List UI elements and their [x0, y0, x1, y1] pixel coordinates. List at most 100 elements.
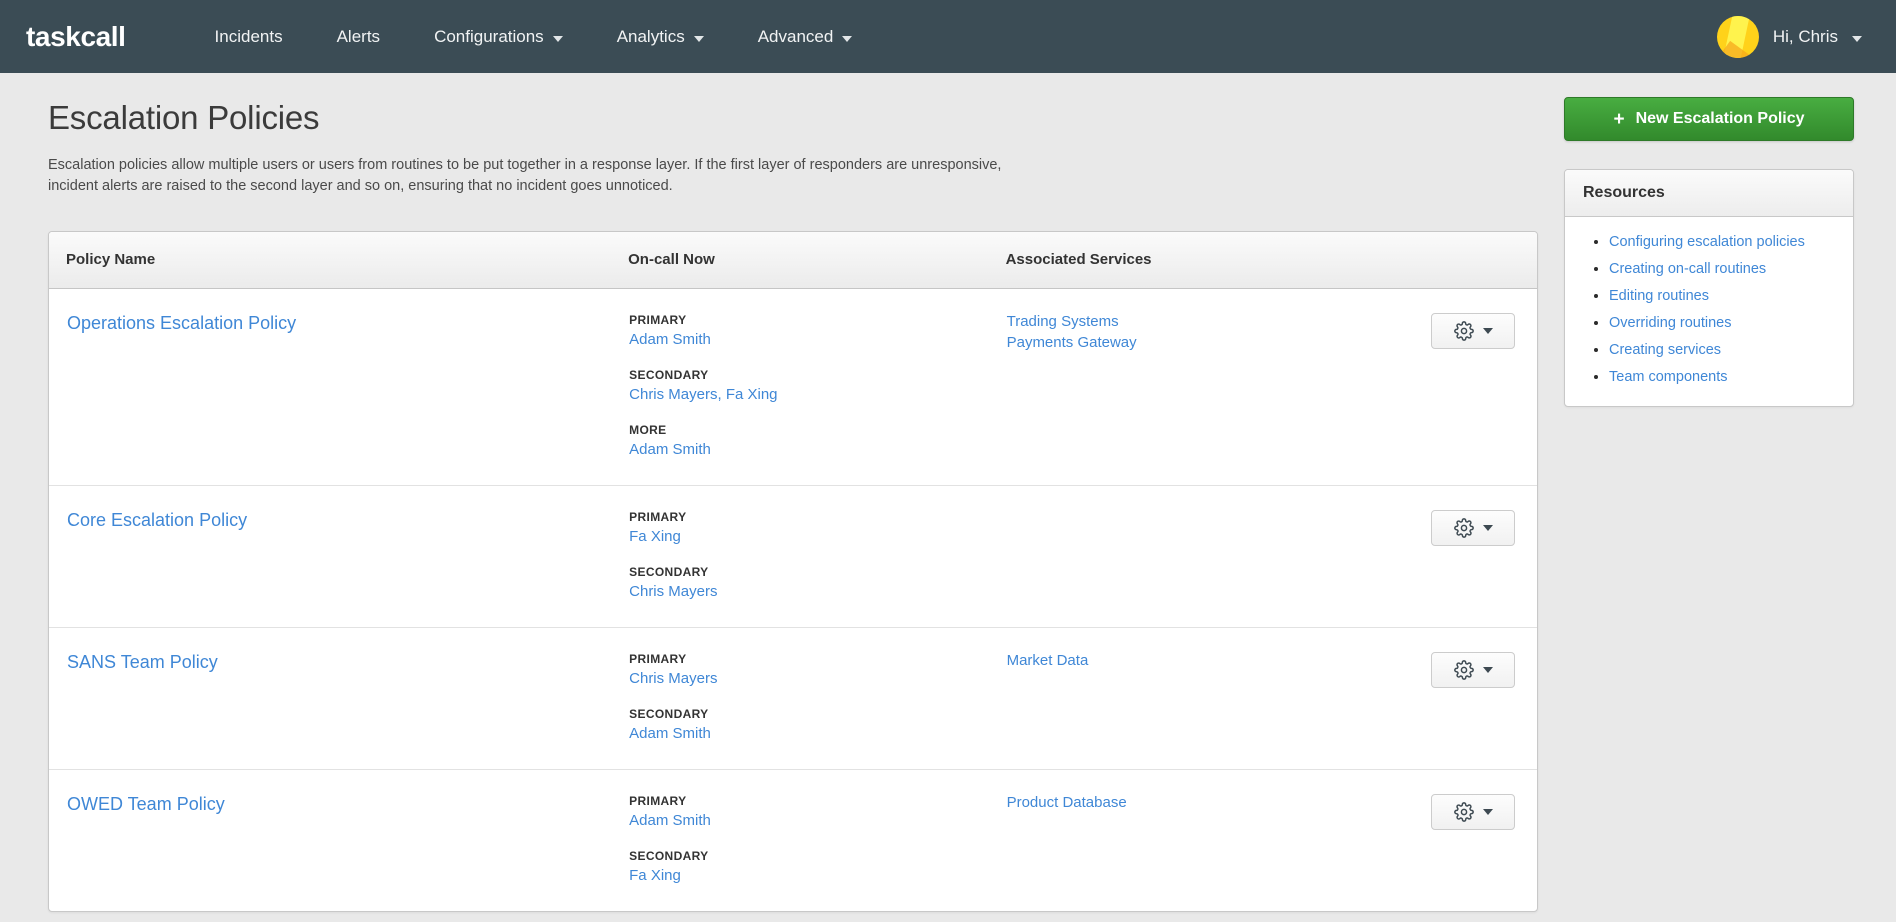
nav-item-incidents[interactable]: Incidents — [188, 17, 310, 57]
row-settings-button[interactable] — [1431, 794, 1515, 830]
gear-icon — [1454, 660, 1474, 680]
resource-link[interactable]: Overriding routines — [1609, 315, 1732, 331]
list-item: Creating services — [1609, 341, 1835, 359]
list-item: Creating on-call routines — [1609, 260, 1835, 278]
gear-icon — [1454, 321, 1474, 341]
cell-actions — [1417, 769, 1537, 911]
cell-policy-name: OWED Team Policy — [49, 769, 628, 911]
associated-service-link[interactable]: Product Database — [1007, 794, 1416, 811]
avatar — [1717, 16, 1759, 58]
on-call-people-link[interactable]: Fa Xing — [629, 528, 681, 545]
nav-item-label: Alerts — [337, 27, 380, 47]
cell-associated-services: Product Database — [1006, 769, 1417, 911]
chevron-down-icon — [1852, 36, 1862, 42]
resource-link[interactable]: Creating services — [1609, 342, 1721, 358]
table-row: OWED Team Policy PRIMARY Adam Smith SECONDA… — [49, 769, 1537, 911]
cell-actions — [1417, 627, 1537, 769]
plus-icon: + — [1613, 110, 1624, 129]
row-settings-button[interactable] — [1431, 313, 1515, 349]
on-call-group: MORE Adam Smith — [629, 423, 1004, 459]
on-call-level-label: SECONDARY — [629, 565, 1004, 579]
nav-item-label: Incidents — [215, 27, 283, 47]
top-navigation-bar: taskcall Incidents Alerts Configurations… — [0, 0, 1896, 73]
list-item: Overriding routines — [1609, 314, 1835, 332]
on-call-people-link[interactable]: Fa Xing — [629, 867, 681, 884]
on-call-people-link[interactable]: Chris Mayers, Fa Xing — [629, 386, 777, 403]
associated-service-link[interactable]: Trading Systems — [1007, 313, 1416, 330]
policy-name-link[interactable]: Core Escalation Policy — [50, 510, 247, 531]
new-escalation-policy-label: New Escalation Policy — [1636, 110, 1805, 128]
main-nav: Incidents Alerts Configurations Analytic… — [188, 17, 880, 57]
main-content: Escalation Policies Escalation policies … — [48, 99, 1538, 912]
row-settings-button[interactable] — [1431, 510, 1515, 546]
on-call-level-label: SECONDARY — [629, 707, 1004, 721]
page-title: Escalation Policies — [48, 99, 1538, 137]
cell-actions — [1417, 485, 1537, 627]
on-call-people-link[interactable]: Adam Smith — [629, 331, 711, 348]
resources-body: Configuring escalation policies Creating … — [1565, 217, 1853, 406]
on-call-group: PRIMARYFa Xing — [629, 510, 1004, 546]
on-call-level-label: PRIMARY — [629, 313, 1004, 327]
nav-item-analytics[interactable]: Analytics — [590, 17, 731, 57]
table-row: Operations Escalation Policy PRIMARY Adam … — [49, 288, 1537, 485]
resources-title: Resources — [1565, 170, 1853, 217]
on-call-group: PRIMARY Adam Smith — [629, 794, 1004, 830]
table-header: Policy Name On-call Now Associated Servi… — [49, 232, 1537, 288]
table-body: Operations Escalation Policy PRIMARY Adam … — [49, 288, 1537, 911]
brand-logo[interactable]: taskcall — [26, 21, 126, 53]
resources-card: Resources Configuring escalation policie… — [1564, 169, 1854, 407]
on-call-level-label: PRIMARY — [629, 794, 1004, 808]
on-call-people-link[interactable]: Adam Smith — [629, 441, 711, 458]
table-row: SANS Team Policy PRIMARYChris Mayers SECON… — [49, 627, 1537, 769]
associated-service-link[interactable]: Market Data — [1007, 652, 1416, 669]
nav-item-label: Advanced — [758, 27, 834, 47]
column-header-on-call-now: On-call Now — [628, 232, 1005, 288]
policy-name-link[interactable]: SANS Team Policy — [50, 652, 218, 673]
row-settings-button[interactable] — [1431, 652, 1515, 688]
resource-link[interactable]: Editing routines — [1609, 288, 1709, 304]
resource-link[interactable]: Team components — [1609, 369, 1727, 385]
nav-item-alerts[interactable]: Alerts — [310, 17, 407, 57]
cell-associated-services: Trading Systems Payments Gateway — [1006, 288, 1417, 485]
associated-service-link[interactable]: Payments Gateway — [1007, 334, 1416, 351]
on-call-group: SECONDARYChris Mayers, Fa Xing — [629, 368, 1004, 404]
nav-item-label: Analytics — [617, 27, 685, 47]
gear-icon — [1454, 802, 1474, 822]
table-header-row: Policy Name On-call Now Associated Servi… — [49, 232, 1537, 288]
chevron-down-icon — [1483, 328, 1493, 334]
on-call-people-link[interactable]: Chris Mayers — [629, 583, 717, 600]
nav-item-advanced[interactable]: Advanced — [731, 17, 880, 57]
new-escalation-policy-button[interactable]: + New Escalation Policy — [1564, 97, 1854, 141]
on-call-level-label: MORE — [629, 423, 1004, 437]
on-call-group: SECONDARYFa Xing — [629, 849, 1004, 885]
cell-on-call-now: PRIMARY Adam Smith SECONDARYFa Xing — [628, 769, 1005, 911]
user-greeting: Hi, Chris — [1773, 27, 1838, 47]
escalation-policies-panel: Policy Name On-call Now Associated Servi… — [48, 231, 1538, 912]
on-call-people-link[interactable]: Adam Smith — [629, 725, 711, 742]
cell-associated-services: Market Data — [1006, 627, 1417, 769]
cell-associated-services — [1006, 485, 1417, 627]
resource-link[interactable]: Configuring escalation policies — [1609, 234, 1805, 250]
on-call-group: SECONDARY Adam Smith — [629, 707, 1004, 743]
nav-item-configurations[interactable]: Configurations — [407, 17, 590, 57]
right-rail: + New Escalation Policy Resources Config… — [1564, 97, 1854, 407]
cell-policy-name: SANS Team Policy — [49, 627, 628, 769]
cell-policy-name: Core Escalation Policy — [49, 485, 628, 627]
page-body: Escalation Policies Escalation policies … — [0, 73, 1896, 922]
on-call-group: SECONDARY Chris Mayers — [629, 565, 1004, 601]
on-call-group: PRIMARYChris Mayers — [629, 652, 1004, 688]
on-call-people-link[interactable]: Adam Smith — [629, 812, 711, 829]
cell-on-call-now: PRIMARYChris Mayers SECONDARY Adam Smith — [628, 627, 1005, 769]
column-header-associated-services: Associated Services — [1006, 232, 1417, 288]
on-call-people-link[interactable]: Chris Mayers — [629, 670, 717, 687]
gear-icon — [1454, 518, 1474, 538]
column-header-actions — [1417, 232, 1537, 288]
cell-policy-name: Operations Escalation Policy — [49, 288, 628, 485]
policy-name-link[interactable]: OWED Team Policy — [50, 794, 225, 815]
list-item: Team components — [1609, 368, 1835, 386]
resource-link[interactable]: Creating on-call routines — [1609, 261, 1766, 277]
chevron-down-icon — [1483, 809, 1493, 815]
policy-name-link[interactable]: Operations Escalation Policy — [50, 313, 296, 334]
chevron-down-icon — [1483, 667, 1493, 673]
user-menu[interactable]: Hi, Chris — [1717, 0, 1862, 73]
